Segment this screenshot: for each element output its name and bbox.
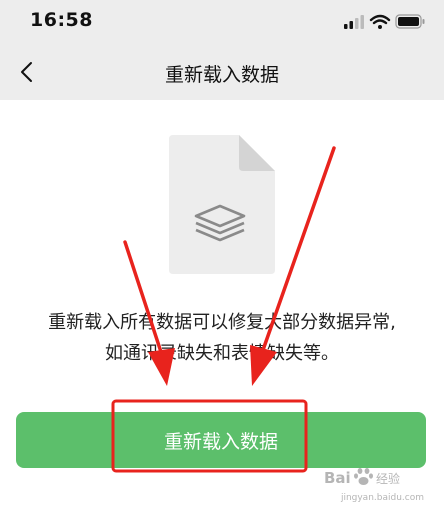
svg-text:经验: 经验 [376,471,400,486]
navigation-bar: 重新载入数据 [0,44,444,100]
description-text: 重新载入所有数据可以修复大部分数据异常, 如通讯录缺失和表情缺失等。 [0,307,444,369]
baidu-logo-icon: Bai 经验 [324,468,400,487]
page-title: 重新载入数据 [164,64,279,86]
watermark-text: jingyan.baidu.com [340,493,424,503]
reload-data-button[interactable]: 重新载入数据 [16,412,426,468]
description-line: 如通讯录缺失和表情缺失等。 [105,343,339,364]
cellular-signal-icon [344,15,364,29]
document-layers-icon [169,135,275,274]
status-bar: 16:58 [0,0,444,44]
description-line: 重新载入所有数据可以修复大部分数据异常, [48,312,396,333]
status-icons [344,12,426,32]
battery-icon [395,14,425,29]
status-time: 16:58 [30,9,93,31]
watermark: Bai 经验 jingyan.baidu.com [324,465,424,509]
svg-text:Bai: Bai [324,469,351,487]
wifi-icon [369,14,391,29]
